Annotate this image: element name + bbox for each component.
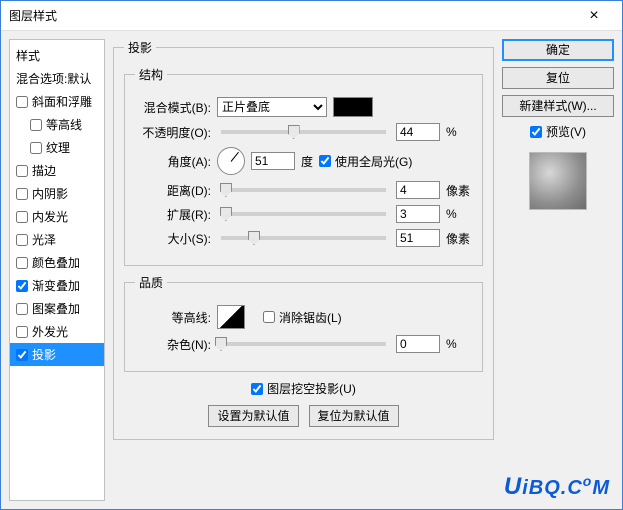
sidebar-checkbox[interactable] [16, 257, 28, 269]
opacity-slider[interactable] [221, 130, 386, 134]
spread-unit: % [446, 207, 472, 221]
sidebar-item-0[interactable]: 斜面和浮雕 [10, 90, 104, 113]
new-style-button[interactable]: 新建样式(W)... [502, 95, 614, 117]
quality-legend: 品质 [135, 274, 167, 291]
preview-checkbox[interactable]: 预览(V) [502, 123, 614, 140]
sidebar-item-label: 渐变叠加 [32, 277, 80, 294]
sidebar-item-7[interactable]: 颜色叠加 [10, 251, 104, 274]
set-default-button[interactable]: 设置为默认值 [208, 405, 298, 427]
sidebar-item-label: 外发光 [32, 323, 68, 340]
sidebar-checkbox[interactable] [16, 280, 28, 292]
angle-input[interactable]: 51 [251, 152, 295, 170]
sidebar-item-label: 图案叠加 [32, 300, 80, 317]
sidebar-checkbox[interactable] [16, 234, 28, 246]
structure-legend: 结构 [135, 66, 167, 83]
sidebar-item-9[interactable]: 图案叠加 [10, 297, 104, 320]
antialias-checkbox[interactable]: 消除锯齿(L) [263, 309, 342, 326]
sidebar-item-3[interactable]: 描边 [10, 159, 104, 182]
sidebar-checkbox[interactable] [16, 96, 28, 108]
preview-thumbnail [529, 152, 587, 210]
main-area: 投影 结构 混合模式(B): 正片叠底 不透明度(O): 44 [113, 39, 614, 501]
sidebar-item-label: 纹理 [46, 139, 70, 156]
global-light-checkbox[interactable]: 使用全局光(G) [319, 153, 412, 170]
distance-label: 距离(D): [135, 182, 211, 199]
sidebar-item-10[interactable]: 外发光 [10, 320, 104, 343]
noise-input[interactable]: 0 [396, 335, 440, 353]
spread-input[interactable]: 3 [396, 205, 440, 223]
sidebar-item-label: 内阴影 [32, 185, 68, 202]
styles-sidebar: 样式 混合选项:默认 斜面和浮雕等高线纹理描边内阴影内发光光泽颜色叠加渐变叠加图… [9, 39, 105, 501]
content: 样式 混合选项:默认 斜面和浮雕等高线纹理描边内阴影内发光光泽颜色叠加渐变叠加图… [1, 31, 622, 509]
sidebar-item-label: 斜面和浮雕 [32, 93, 92, 110]
noise-label: 杂色(N): [135, 336, 211, 353]
angle-dial[interactable] [217, 147, 245, 175]
distance-slider[interactable] [221, 188, 386, 192]
sidebar-item-1[interactable]: 等高线 [10, 113, 104, 136]
sidebar-checkbox[interactable] [16, 165, 28, 177]
titlebar: 图层样式 × [1, 1, 622, 31]
size-unit: 像素 [446, 230, 472, 247]
sidebar-item-2[interactable]: 纹理 [10, 136, 104, 159]
right-panel: 确定 复位 新建样式(W)... 预览(V) [502, 39, 614, 501]
window-title: 图层样式 [9, 7, 574, 24]
sidebar-item-label: 描边 [32, 162, 56, 179]
spread-label: 扩展(R): [135, 206, 211, 223]
size-input[interactable]: 51 [396, 229, 440, 247]
close-icon[interactable]: × [574, 7, 614, 25]
structure-group: 结构 混合模式(B): 正片叠底 不透明度(O): 44 % [124, 66, 483, 266]
opacity-input[interactable]: 44 [396, 123, 440, 141]
size-label: 大小(S): [135, 230, 211, 247]
angle-unit: 度 [301, 153, 313, 170]
spread-slider[interactable] [221, 212, 386, 216]
watermark: UiBQ.CoM [504, 473, 610, 501]
blend-mode-select[interactable]: 正片叠底 [217, 97, 327, 117]
blend-mode-label: 混合模式(B): [135, 99, 211, 116]
center-panel: 投影 结构 混合模式(B): 正片叠底 不透明度(O): 44 [113, 39, 494, 501]
sidebar-item-8[interactable]: 渐变叠加 [10, 274, 104, 297]
knockout-checkbox[interactable]: 图层挖空投影(U) [251, 380, 356, 397]
contour-picker[interactable] [217, 305, 245, 329]
contour-label: 等高线: [135, 309, 211, 326]
sidebar-checkbox[interactable] [30, 119, 42, 131]
distance-unit: 像素 [446, 182, 472, 199]
noise-slider[interactable] [221, 342, 386, 346]
sidebar-item-11[interactable]: 投影 [10, 343, 104, 366]
sidebar-checkbox[interactable] [30, 142, 42, 154]
shadow-color-swatch[interactable] [333, 97, 373, 117]
size-slider[interactable] [221, 236, 386, 240]
sidebar-item-label: 颜色叠加 [32, 254, 80, 271]
ok-button[interactable]: 确定 [502, 39, 614, 61]
sidebar-item-5[interactable]: 内发光 [10, 205, 104, 228]
sidebar-item-label: 光泽 [32, 231, 56, 248]
angle-label: 角度(A): [135, 153, 211, 170]
panel-title: 投影 [124, 39, 156, 56]
sidebar-item-6[interactable]: 光泽 [10, 228, 104, 251]
sidebar-checkbox[interactable] [16, 303, 28, 315]
sidebar-item-4[interactable]: 内阴影 [10, 182, 104, 205]
reset-default-button[interactable]: 复位为默认值 [309, 405, 399, 427]
sidebar-checkbox[interactable] [16, 188, 28, 200]
sidebar-checkbox[interactable] [16, 211, 28, 223]
opacity-unit: % [446, 125, 472, 139]
sidebar-item-label: 等高线 [46, 116, 82, 133]
opacity-label: 不透明度(O): [135, 124, 211, 141]
sidebar-item-label: 投影 [32, 346, 56, 363]
sidebar-item-label: 内发光 [32, 208, 68, 225]
distance-input[interactable]: 4 [396, 181, 440, 199]
sidebar-checkbox[interactable] [16, 326, 28, 338]
sidebar-header-blend[interactable]: 混合选项:默认 [10, 67, 104, 90]
noise-unit: % [446, 337, 472, 351]
quality-group: 品质 等高线: 消除锯齿(L) 杂色(N): 0 [124, 274, 483, 372]
sidebar-header-styles[interactable]: 样式 [10, 44, 104, 67]
drop-shadow-group: 投影 结构 混合模式(B): 正片叠底 不透明度(O): 44 [113, 39, 494, 440]
reset-button[interactable]: 复位 [502, 67, 614, 89]
sidebar-checkbox[interactable] [16, 349, 28, 361]
